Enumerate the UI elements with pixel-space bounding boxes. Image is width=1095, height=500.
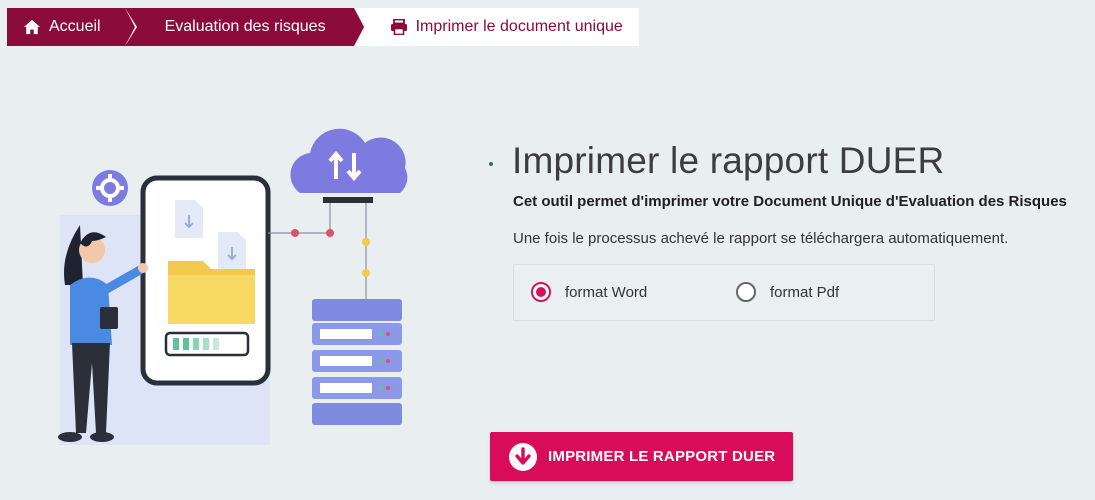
page-title: Imprimer le rapport DUER (512, 140, 945, 181)
breadcrumb-home-label: Accueil (49, 18, 101, 35)
breadcrumb-current-label: Imprimer le document unique (415, 18, 623, 35)
print-report-button[interactable]: IMPRIMER LE RAPPORT DUER (490, 432, 793, 481)
radio-pdf-label: format Pdf (770, 283, 840, 301)
file-download-icon-2 (218, 232, 246, 270)
folder-icon (168, 261, 255, 324)
file-download-icon (175, 200, 203, 238)
print-illustration (58, 128, 408, 445)
format-selector: format Word format Pdf (513, 264, 935, 321)
radio-word-label: format Word (565, 283, 648, 301)
radio-pdf-button[interactable] (736, 282, 756, 302)
print-report-button-label: IMPRIMER LE RAPPORT DUER (548, 448, 776, 465)
radio-format-word[interactable]: format Word (531, 282, 647, 302)
home-icon (24, 19, 40, 35)
gear-icon (92, 170, 128, 206)
server-icon (312, 299, 402, 425)
cloud-upload-download-icon (290, 128, 408, 203)
download-arrow-icon (509, 442, 537, 471)
breadcrumb-current: Imprimer le document unique (353, 8, 639, 46)
breadcrumb: Accueil Evaluation des risques Imprimer … (7, 8, 639, 46)
page-subtitle: Cet outil permet d'imprimer votre Docume… (513, 193, 1067, 210)
breadcrumb-evaluation[interactable]: Evaluation des risques (124, 8, 364, 46)
breadcrumb-home[interactable]: Accueil (7, 8, 135, 46)
title-marker-dot (489, 162, 493, 166)
radio-format-pdf[interactable]: format Pdf (736, 282, 839, 302)
printer-icon (390, 19, 407, 35)
info-text: Une fois le processus achevé le rapport … (513, 230, 1009, 247)
radio-word-button[interactable] (531, 282, 551, 302)
breadcrumb-evaluation-label: Evaluation des risques (164, 18, 326, 35)
